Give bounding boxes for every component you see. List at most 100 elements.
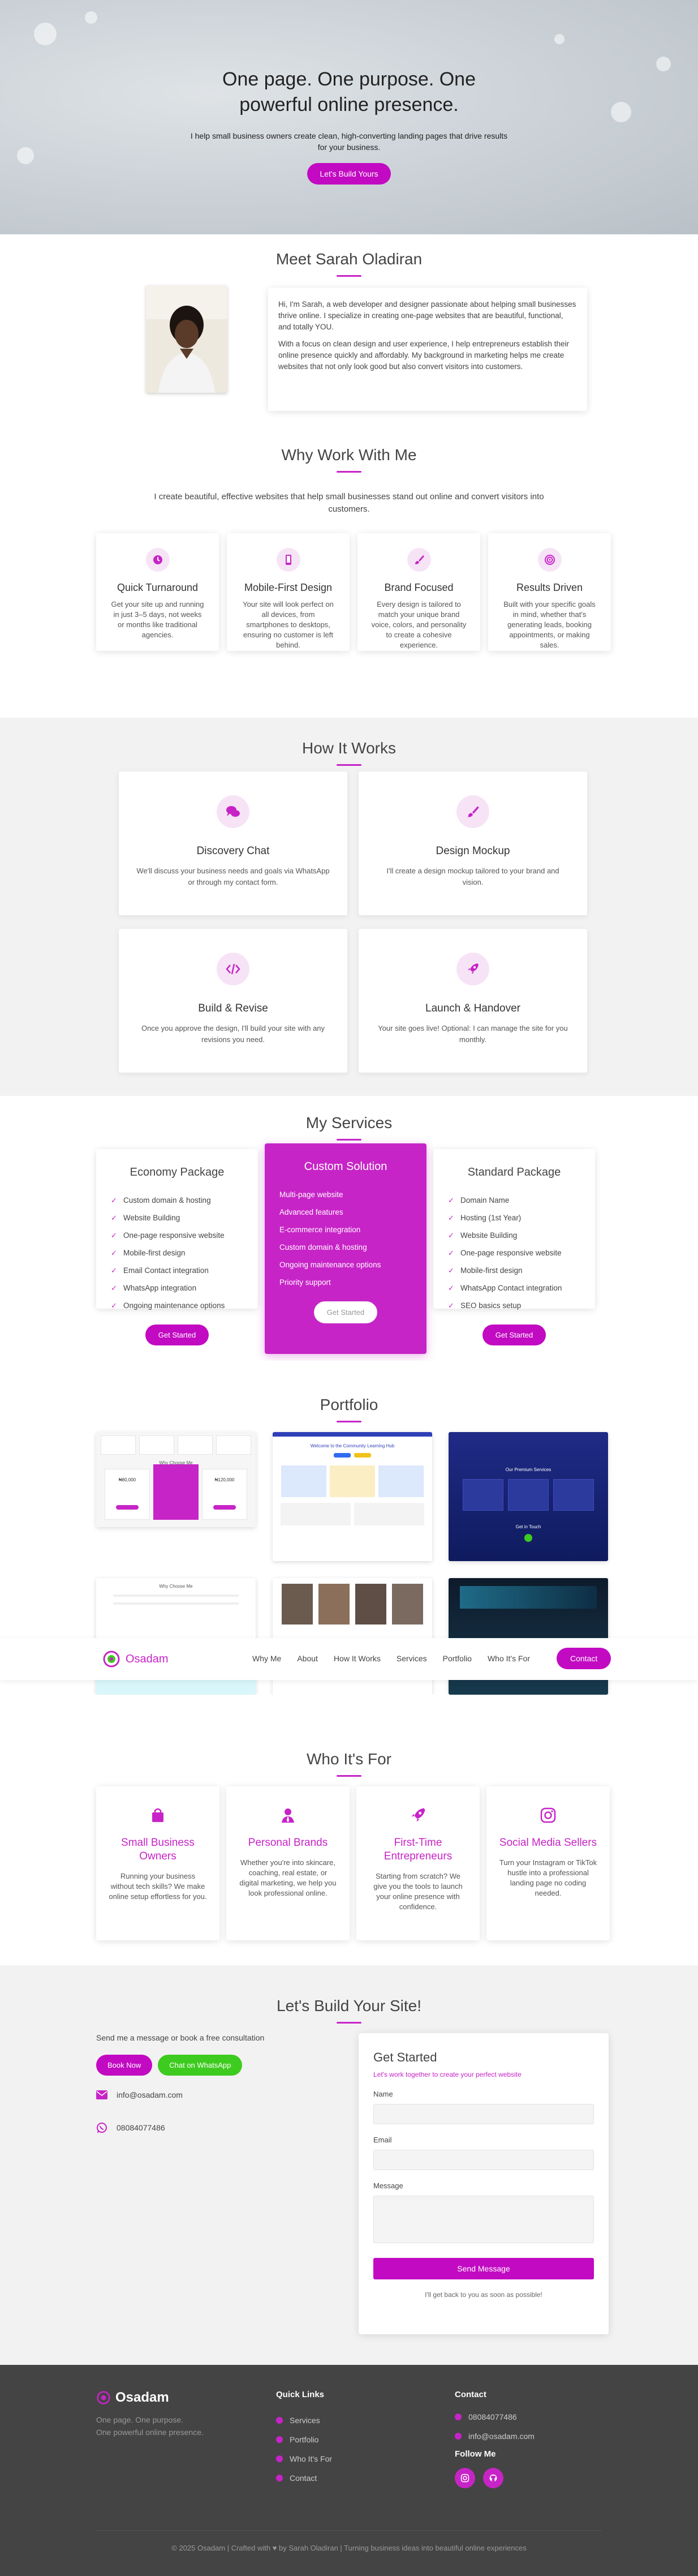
get-started-button[interactable]: Get Started	[482, 1325, 546, 1345]
get-started-button[interactable]: Get Started	[145, 1325, 209, 1345]
nav-link-about[interactable]: About	[297, 1654, 318, 1663]
code-icon	[217, 953, 249, 985]
send-message-button[interactable]: Send Message	[373, 2258, 594, 2279]
footer-link[interactable]: Portfolio	[276, 2430, 332, 2449]
package-feature-label: Website Building	[123, 1214, 180, 1222]
nav-link-why-me[interactable]: Why Me	[252, 1654, 281, 1663]
package-feature: ✓ Mobile-first design	[448, 1262, 580, 1279]
package-feature-label: WhatsApp integration	[123, 1284, 197, 1292]
portfolio-thumb-title: Our Premium Services	[505, 1467, 551, 1472]
check-icon: ✓	[111, 1284, 117, 1292]
book-now-button[interactable]: Book Now	[96, 2055, 153, 2076]
portfolio-thumb-price: ₦80,000	[118, 1477, 136, 1482]
contact-phone[interactable]: 08084077486	[117, 2123, 165, 2132]
who-card-title: Small Business Owners	[121, 1837, 195, 1862]
portfolio-thumb-price: ₦120,000	[214, 1477, 235, 1482]
how-step-title: Design Mockup	[436, 845, 510, 857]
nav-link-who-its-for[interactable]: Who It's For	[488, 1654, 530, 1663]
who-card: First-Time Entrepreneurs Starting from s…	[356, 1786, 480, 1940]
rocket-icon	[456, 953, 489, 985]
portfolio-thumbnail[interactable]: Why Choose Me ₦80,000 ₦120,000	[96, 1432, 256, 1527]
paintbrush-icon	[456, 795, 489, 828]
package-feature: ✓ Website Building	[448, 1227, 580, 1244]
get-started-button[interactable]: Get Started	[314, 1301, 377, 1323]
check-icon: ✓	[111, 1249, 117, 1257]
email-label: Email	[373, 2136, 392, 2144]
services-heading: My Services	[305, 1114, 393, 1131]
hero-subtitle-line: I help small business owners create clea…	[190, 131, 508, 140]
footer-link[interactable]: Contact	[276, 2468, 332, 2488]
contact-lead: Send me a message or book a free consult…	[96, 2033, 265, 2042]
why-card-title: Brand Focused	[384, 582, 454, 593]
how-step-title: Launch & Handover	[425, 1002, 520, 1014]
footer-link-label: Portfolio	[290, 2435, 319, 2444]
contact-email-row: info@osadam.com	[96, 2090, 283, 2099]
profile-photo	[146, 285, 227, 393]
footer-quick-links: Quick Links Services Portfolio Who It's …	[276, 2390, 332, 2488]
heading-underline	[337, 471, 361, 473]
package-feature: ✓ WhatsApp Contact integration	[448, 1279, 580, 1297]
form-note: I'll get back to you as soon as possible…	[425, 2291, 542, 2299]
nav-contact-button[interactable]: Contact	[557, 1648, 611, 1669]
why-card: Mobile-First Design Your site will look …	[227, 533, 350, 651]
footer-email[interactable]: info@osadam.com	[455, 2427, 535, 2446]
message-field[interactable]	[373, 2196, 594, 2243]
who-card-text: Running your business without tech skill…	[109, 1872, 207, 1901]
package-feature: ✓ Mobile-first design	[111, 1244, 243, 1262]
check-icon: ✓	[448, 1284, 454, 1292]
package-feature-label: Email Contact integration	[123, 1266, 209, 1275]
hero-cta-button[interactable]: Let's Build Yours	[307, 163, 391, 185]
package-feature: ✓ Hosting (1st Year)	[448, 1209, 580, 1227]
bullet-icon	[276, 2475, 283, 2481]
why-card-text: Built with your specific goals in mind, …	[503, 600, 596, 649]
package-feature-label: WhatsApp Contact integration	[460, 1284, 562, 1292]
package-card-custom: Custom Solution Multi-page website Advan…	[265, 1143, 426, 1354]
instagram-icon[interactable]	[455, 2468, 475, 2488]
logo-icon	[103, 1651, 120, 1668]
about-card: Hi, I'm Sarah, a web developer and desig…	[268, 288, 587, 411]
package-feature-label: SEO basics setup	[460, 1301, 522, 1310]
email-field[interactable]	[373, 2150, 594, 2170]
footer-link[interactable]: Services	[276, 2411, 332, 2430]
hero-bokeh	[554, 34, 565, 44]
whatsapp-button[interactable]: Chat on WhatsApp	[158, 2055, 243, 2076]
chat-icon	[217, 795, 249, 828]
logo-icon	[97, 2391, 110, 2404]
who-card: Small Business Owners Running your busin…	[96, 1786, 219, 1940]
contact-heading: Let's Build Your Site!	[277, 1997, 421, 2014]
footer-link[interactable]: Who It's For	[276, 2449, 332, 2468]
package-feature: ✓ Website Building	[111, 1209, 243, 1227]
about-heading: Meet Sarah Oladiran	[275, 250, 423, 268]
footer-link-label: Contact	[290, 2474, 317, 2483]
nav-link-how-it-works[interactable]: How It Works	[334, 1654, 381, 1663]
how-heading: How It Works	[302, 739, 396, 757]
paintbrush-icon	[407, 548, 431, 572]
why-section: Why Work With Me I create beautiful, eff…	[0, 437, 698, 718]
package-feature: Ongoing maintenance options	[279, 1261, 381, 1269]
hero-section: One page. One purpose. One powerful onli…	[0, 0, 698, 234]
package-card-standard: Standard Package ✓ Domain Name ✓ Hosting (…	[433, 1149, 595, 1345]
clock-icon	[145, 548, 170, 572]
target-icon	[537, 548, 562, 572]
portfolio-thumbnail[interactable]: Our Premium Services Get in Touch	[449, 1432, 608, 1561]
portfolio-thumbnail[interactable]: Welcome to the Community Learning Hub	[273, 1432, 432, 1561]
site-logo[interactable]: Osadam	[103, 1651, 169, 1668]
heading-underline	[337, 1139, 361, 1141]
package-feature: ✓ SEO basics setup	[448, 1297, 580, 1314]
portfolio-thumb-footer: Get in Touch	[515, 1524, 541, 1529]
package-feature-label: Ongoing maintenance options	[123, 1301, 225, 1310]
package-feature: ✓ Custom domain & hosting	[111, 1191, 243, 1209]
why-card-title: Results Driven	[516, 582, 583, 593]
footer-tagline: One page. One purpose. One powerful onli…	[96, 2414, 204, 2438]
name-field[interactable]	[373, 2104, 594, 2124]
footer-logo[interactable]: Osadam	[96, 2390, 204, 2406]
message-label: Message	[373, 2181, 403, 2190]
nav-link-portfolio[interactable]: Portfolio	[443, 1654, 472, 1663]
github-icon[interactable]	[483, 2468, 503, 2488]
footer-link-label: Who It's For	[290, 2454, 333, 2463]
contact-email[interactable]: info@osadam.com	[117, 2090, 183, 2099]
form-subtitle: Let's work together to create your perfe…	[373, 2071, 522, 2078]
nav-link-services[interactable]: Services	[397, 1654, 427, 1663]
package-title: Custom Solution	[304, 1160, 387, 1173]
footer-phone[interactable]: 08084077486	[455, 2407, 535, 2427]
